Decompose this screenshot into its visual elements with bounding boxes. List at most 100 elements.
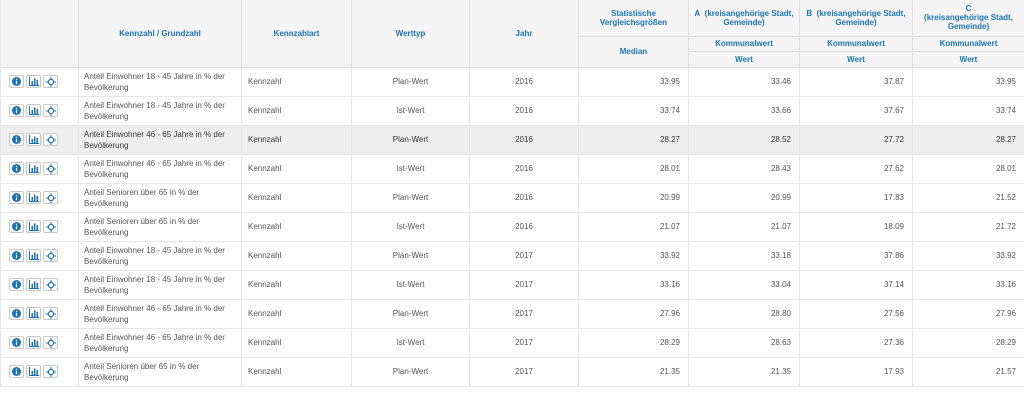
cell-median: 21.07 <box>578 212 689 242</box>
chart-button[interactable] <box>26 365 41 378</box>
chart-icon <box>28 106 39 115</box>
row-actions <box>0 357 79 387</box>
chart-button[interactable] <box>26 336 41 349</box>
locate-button[interactable] <box>43 307 58 320</box>
locate-icon <box>45 192 56 203</box>
chart-button[interactable] <box>26 191 41 204</box>
cell-jahr: 2017 <box>469 357 579 387</box>
info-button[interactable] <box>9 365 24 378</box>
table-row[interactable]: Anteil Einwohner 46 - 65 Jahre in % der … <box>0 125 1024 155</box>
locate-icon <box>45 250 56 261</box>
cell-wert-c: 33.95 <box>912 67 1024 97</box>
cell-wert-c: 33.16 <box>912 270 1024 300</box>
locate-button[interactable] <box>43 220 58 233</box>
info-button[interactable] <box>9 191 24 204</box>
table-row[interactable]: Anteil Einwohner 18 - 45 Jahre in % der … <box>0 67 1024 97</box>
cell-wert-a: 33.04 <box>688 270 800 300</box>
info-icon <box>12 367 21 376</box>
col-b-label: (kreisangehörige Stadt, Gemeinde) <box>816 8 906 27</box>
table-row[interactable]: Anteil Einwohner 46 - 65 Jahre in % der … <box>0 328 1024 358</box>
chart-button[interactable] <box>26 220 41 233</box>
info-button[interactable] <box>9 133 24 146</box>
cell-kennzahl: Anteil Einwohner 46 - 65 Jahre in % der … <box>78 154 242 184</box>
col-c-letter: C <box>965 4 972 14</box>
cell-median: 33.74 <box>578 96 689 126</box>
locate-button[interactable] <box>43 191 58 204</box>
cell-werttyp: Plan-Wert <box>351 67 470 97</box>
locate-button[interactable] <box>43 278 58 291</box>
locate-button[interactable] <box>43 365 58 378</box>
row-actions <box>0 183 79 213</box>
col-a-label: (kreisangehörige Stadt, Gemeinde) <box>704 8 794 27</box>
cell-wert-b: 37.86 <box>799 241 913 271</box>
info-button[interactable] <box>9 220 24 233</box>
row-actions <box>0 328 79 358</box>
cell-wert-a: 21.07 <box>688 212 800 242</box>
info-button[interactable] <box>9 75 24 88</box>
chart-button[interactable] <box>26 133 41 146</box>
info-button[interactable] <box>9 278 24 291</box>
info-button[interactable] <box>9 104 24 117</box>
cell-kennzahl: Anteil Einwohner 18 - 45 Jahre in % der … <box>78 96 242 126</box>
kennzahlen-table: Kennzahl / Grundzahl Kennzahlart Werttyp… <box>0 0 1024 387</box>
info-button[interactable] <box>9 336 24 349</box>
header-kennzahl[interactable]: Kennzahl / Grundzahl <box>78 0 242 68</box>
info-button[interactable] <box>9 307 24 320</box>
header-kennzahlart[interactable]: Kennzahlart <box>241 0 352 68</box>
chart-button[interactable] <box>26 249 41 262</box>
table-row[interactable]: Anteil Einwohner 18 - 45 Jahre in % der … <box>0 96 1024 126</box>
cell-wert-c: 21.57 <box>912 357 1024 387</box>
cell-wert-c: 28.29 <box>912 328 1024 358</box>
table-row[interactable]: Anteil Einwohner 46 - 65 Jahre in % der … <box>0 299 1024 329</box>
chart-button[interactable] <box>26 307 41 320</box>
header-wert-c[interactable]: Wert <box>912 51 1024 68</box>
locate-button[interactable] <box>43 75 58 88</box>
chart-button[interactable] <box>26 278 41 291</box>
chart-icon <box>28 338 39 347</box>
locate-button[interactable] <box>43 133 58 146</box>
cell-median: 28.27 <box>578 125 689 155</box>
info-icon <box>12 193 21 202</box>
info-button[interactable] <box>9 162 24 175</box>
info-icon <box>12 222 21 231</box>
chart-button[interactable] <box>26 75 41 88</box>
cell-werttyp: Plan-Wert <box>351 357 470 387</box>
table-row[interactable]: Anteil Senioren über 65 in % der Bevölke… <box>0 357 1024 387</box>
cell-wert-b: 37.67 <box>799 96 913 126</box>
locate-icon <box>45 163 56 174</box>
cell-jahr: 2016 <box>469 67 579 97</box>
locate-button[interactable] <box>43 249 58 262</box>
header-werttyp[interactable]: Werttyp <box>351 0 470 68</box>
col-c-label: (kreisangehörige Stadt, Gemeinde) <box>924 13 1013 32</box>
cell-wert-b: 17.83 <box>799 183 913 213</box>
header-kommunalwert-a: Kommunalwert <box>688 36 800 52</box>
info-icon <box>12 338 21 347</box>
table-row[interactable]: Anteil Senioren über 65 in % der Bevölke… <box>0 183 1024 213</box>
cell-wert-c: 21.72 <box>912 212 1024 242</box>
header-jahr[interactable]: Jahr <box>469 0 579 68</box>
info-button[interactable] <box>9 249 24 262</box>
table-row[interactable]: Anteil Einwohner 18 - 45 Jahre in % der … <box>0 241 1024 271</box>
locate-button[interactable] <box>43 336 58 349</box>
cell-kennzahlart: Kennzahl <box>241 212 352 242</box>
cell-wert-b: 27.72 <box>799 125 913 155</box>
header-kommunalwert-c: Kommunalwert <box>912 36 1024 52</box>
chart-button[interactable] <box>26 104 41 117</box>
info-icon <box>12 251 21 260</box>
table-row[interactable]: Anteil Senioren über 65 in % der Bevölke… <box>0 212 1024 242</box>
header-wert-a[interactable]: Wert <box>688 51 800 68</box>
header-median[interactable]: Median <box>578 36 689 68</box>
cell-kennzahlart: Kennzahl <box>241 125 352 155</box>
locate-button[interactable] <box>43 104 58 117</box>
table-row[interactable]: Anteil Einwohner 46 - 65 Jahre in % der … <box>0 154 1024 184</box>
table-row[interactable]: Anteil Einwohner 18 - 45 Jahre in % der … <box>0 270 1024 300</box>
chart-icon <box>28 164 39 173</box>
chart-button[interactable] <box>26 162 41 175</box>
locate-button[interactable] <box>43 162 58 175</box>
cell-kennzahlart: Kennzahl <box>241 299 352 329</box>
cell-wert-c: 27.96 <box>912 299 1024 329</box>
header-wert-b[interactable]: Wert <box>799 51 913 68</box>
cell-jahr: 2016 <box>469 183 579 213</box>
cell-kennzahl: Anteil Senioren über 65 in % der Bevölke… <box>78 212 242 242</box>
info-icon <box>12 135 21 144</box>
